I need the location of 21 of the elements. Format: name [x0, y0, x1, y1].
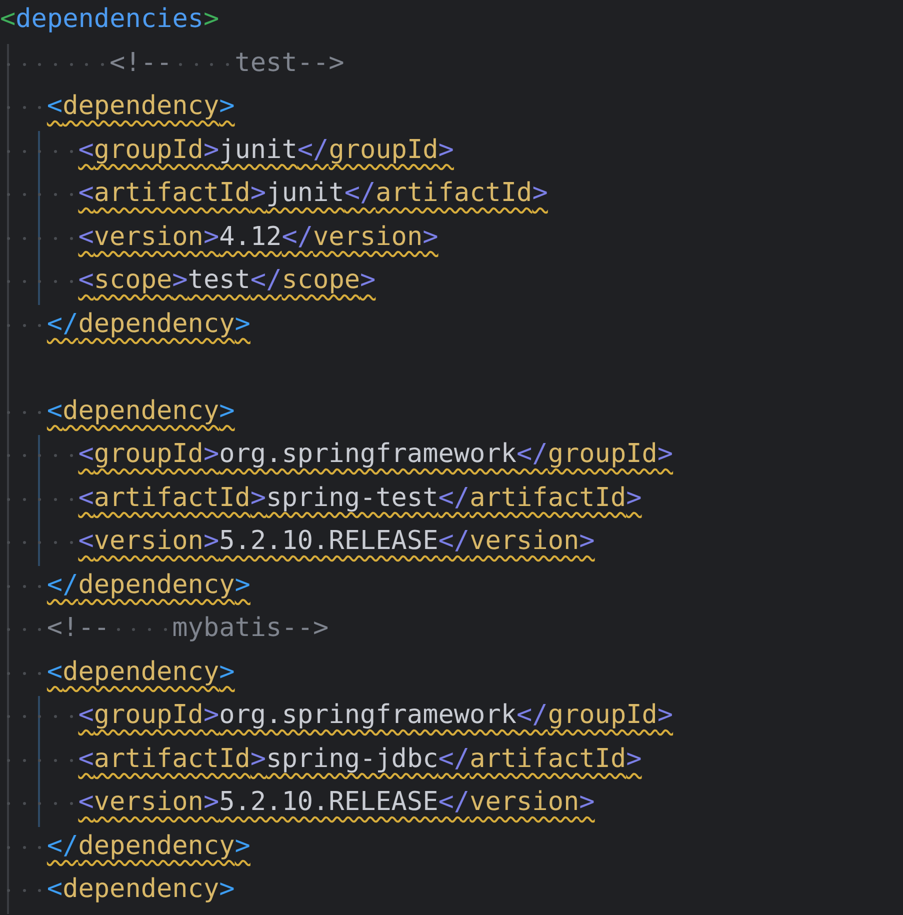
code-line: <scope>test</scope>: [0, 262, 376, 298]
code-line: <version>5.2.10.RELEASE</version>: [0, 784, 595, 820]
code-line: </dependency>: [0, 566, 250, 602]
code-line: <dependencies>: [0, 3, 220, 36]
code-line: </dependency>: [0, 828, 250, 864]
code-line: <!-- test-->: [0, 44, 344, 80]
code-line: <version>5.2.10.RELEASE</version>: [0, 523, 595, 559]
code-editor[interactable]: [0, 0, 903, 915]
code-line: <dependency>: [0, 88, 235, 124]
code-line: </dependency>: [0, 306, 250, 342]
code-line: <version>4.12</version>: [0, 218, 438, 254]
code-line: <groupId>junit</groupId>: [0, 132, 454, 168]
code-line: <artifactId>junit</artifactId>: [0, 175, 548, 211]
code-line: <!-- mybatis-->: [0, 610, 329, 646]
code-line: <artifactId>spring-jdbc</artifactId>: [0, 740, 642, 776]
code-line: <groupId>org.springframework</groupId>: [0, 697, 674, 733]
code-line: <dependency>: [0, 871, 235, 907]
code-line: <groupId>org.springframework</groupId>: [0, 436, 674, 472]
code-line: <dependency>: [0, 392, 235, 428]
code-line: <artifactId>spring-test</artifactId>: [0, 480, 642, 516]
code-line: <dependency>: [0, 654, 235, 690]
